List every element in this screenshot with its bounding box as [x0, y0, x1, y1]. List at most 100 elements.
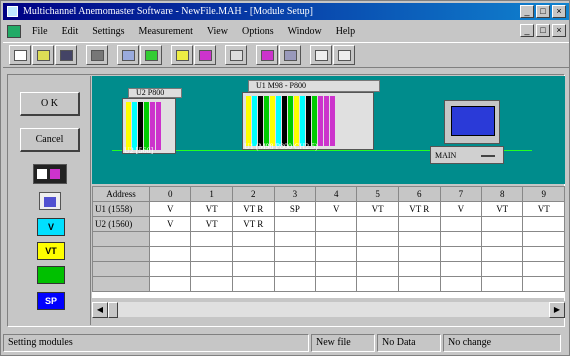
channel-cell[interactable]	[480, 231, 524, 247]
channel-cell[interactable]	[522, 246, 565, 262]
channel-cell[interactable]	[439, 231, 482, 247]
channel-cell[interactable]	[231, 246, 275, 262]
channel-cell[interactable]	[480, 261, 524, 277]
channel-cell[interactable]	[149, 276, 192, 292]
channel-cell[interactable]: V	[149, 216, 192, 232]
document-icon[interactable]	[7, 24, 21, 38]
graph-button[interactable]	[140, 45, 162, 65]
channel-cell[interactable]	[190, 276, 233, 292]
menu-options[interactable]: Options	[235, 26, 281, 37]
channel-cell[interactable]: VT	[522, 201, 565, 217]
new-file-button[interactable]	[9, 45, 31, 65]
channel-cell[interactable]	[439, 246, 482, 262]
channel-cell[interactable]	[439, 261, 482, 277]
copy-button[interactable]	[310, 45, 332, 65]
channel-cell[interactable]: V	[315, 201, 358, 217]
row-address-cell[interactable]: U1 (1558)	[92, 201, 151, 217]
channel-cell[interactable]	[315, 246, 358, 262]
menu-settings[interactable]: Settings	[85, 26, 131, 37]
menu-file[interactable]: File	[25, 26, 55, 37]
table-view-button[interactable]	[279, 45, 301, 65]
channel-cell[interactable]: V	[149, 201, 192, 217]
channel-cell[interactable]	[480, 246, 524, 262]
print-button[interactable]	[86, 45, 108, 65]
channel-cell[interactable]	[231, 261, 275, 277]
channel-cell[interactable]	[356, 276, 399, 292]
table-row[interactable]	[92, 231, 565, 247]
open-file-button[interactable]	[32, 45, 54, 65]
channel-cell[interactable]	[522, 216, 565, 232]
channel-cell[interactable]	[231, 276, 275, 292]
channel-cell[interactable]	[315, 261, 358, 277]
module-u2[interactable]: U2 P800 U2 [560]	[122, 88, 182, 155]
horizontal-scrollbar[interactable]: ◀ ▶	[92, 301, 565, 318]
channel-cell[interactable]	[190, 261, 233, 277]
channel-cell[interactable]	[356, 231, 399, 247]
channel-cell[interactable]	[315, 231, 358, 247]
doc-restore-button[interactable]: □	[536, 24, 550, 37]
paste-button[interactable]	[333, 45, 355, 65]
list-view-button[interactable]	[256, 45, 278, 65]
channel-cell[interactable]	[356, 261, 399, 277]
scroll-left-button[interactable]: ◀	[92, 302, 108, 318]
cancel-button[interactable]: Cancel	[20, 128, 80, 152]
channel-cell[interactable]	[397, 231, 441, 247]
channel-cell[interactable]	[231, 231, 275, 247]
channel-cell[interactable]	[397, 261, 441, 277]
small-module-icon[interactable]	[39, 192, 61, 210]
minimize-button[interactable]: _	[520, 5, 534, 18]
doc-minimize-button[interactable]: _	[520, 24, 534, 37]
table-row[interactable]: U2 (1560) V VT VT R	[92, 216, 565, 232]
channel-cell[interactable]	[356, 246, 399, 262]
channel-cell[interactable]	[480, 276, 524, 292]
channel-cell[interactable]: SP	[273, 201, 317, 217]
channel-cell[interactable]: VT	[190, 201, 233, 217]
channel-cell[interactable]	[397, 216, 441, 232]
table-row[interactable]	[92, 276, 565, 292]
row-address-cell[interactable]: U2 (1560)	[92, 216, 151, 232]
channel-cell[interactable]	[480, 216, 524, 232]
channel-cell[interactable]	[315, 276, 358, 292]
doc-close-button[interactable]: ×	[552, 24, 566, 37]
measure-button[interactable]	[194, 45, 216, 65]
channel-cell[interactable]: VT R	[397, 201, 441, 217]
menu-window[interactable]: Window	[281, 26, 329, 37]
channel-cell[interactable]	[273, 216, 317, 232]
table-row[interactable]	[92, 246, 565, 262]
palette-v[interactable]: V	[37, 218, 65, 236]
row-address-cell[interactable]	[92, 261, 151, 277]
channel-cell[interactable]: VT R	[231, 201, 275, 217]
channel-cell[interactable]	[522, 231, 565, 247]
maximize-button[interactable]: □	[536, 5, 550, 18]
module-u1[interactable]: U1 M98 - P800 U1 (M98 P800 CH2.5)	[242, 80, 382, 152]
channel-cell[interactable]: V	[439, 201, 482, 217]
channel-cell[interactable]	[190, 246, 233, 262]
save-button[interactable]	[55, 45, 77, 65]
chart-button[interactable]	[117, 45, 139, 65]
channel-cell[interactable]	[149, 231, 192, 247]
channel-cell[interactable]	[149, 261, 192, 277]
ok-button[interactable]: O K	[20, 92, 80, 116]
channel-cell[interactable]	[397, 276, 441, 292]
channel-cell[interactable]	[397, 246, 441, 262]
channel-cell[interactable]: VT	[480, 201, 524, 217]
channel-cell[interactable]	[149, 246, 192, 262]
menu-help[interactable]: Help	[329, 26, 362, 37]
channel-cell[interactable]	[439, 216, 482, 232]
scroll-thumb[interactable]	[108, 302, 118, 318]
channel-cell[interactable]	[315, 216, 358, 232]
menu-measurement[interactable]: Measurement	[131, 26, 199, 37]
scroll-right-button[interactable]: ▶	[549, 302, 565, 318]
row-address-cell[interactable]	[92, 246, 151, 262]
row-address-cell[interactable]	[92, 276, 151, 292]
close-button[interactable]: ×	[552, 5, 566, 18]
menu-edit[interactable]: Edit	[55, 26, 86, 37]
channel-cell[interactable]	[273, 246, 317, 262]
channel-cell[interactable]	[522, 276, 565, 292]
channel-grid[interactable]: Address 0 1 2 3 4 5 6 7 8 9 U1 (1558) V VT…	[92, 186, 565, 298]
channel-cell[interactable]	[439, 276, 482, 292]
channel-cell[interactable]	[273, 231, 317, 247]
palette-green[interactable]	[37, 266, 65, 284]
channel-cell[interactable]: VT	[356, 201, 399, 217]
channel-cell[interactable]	[522, 261, 565, 277]
